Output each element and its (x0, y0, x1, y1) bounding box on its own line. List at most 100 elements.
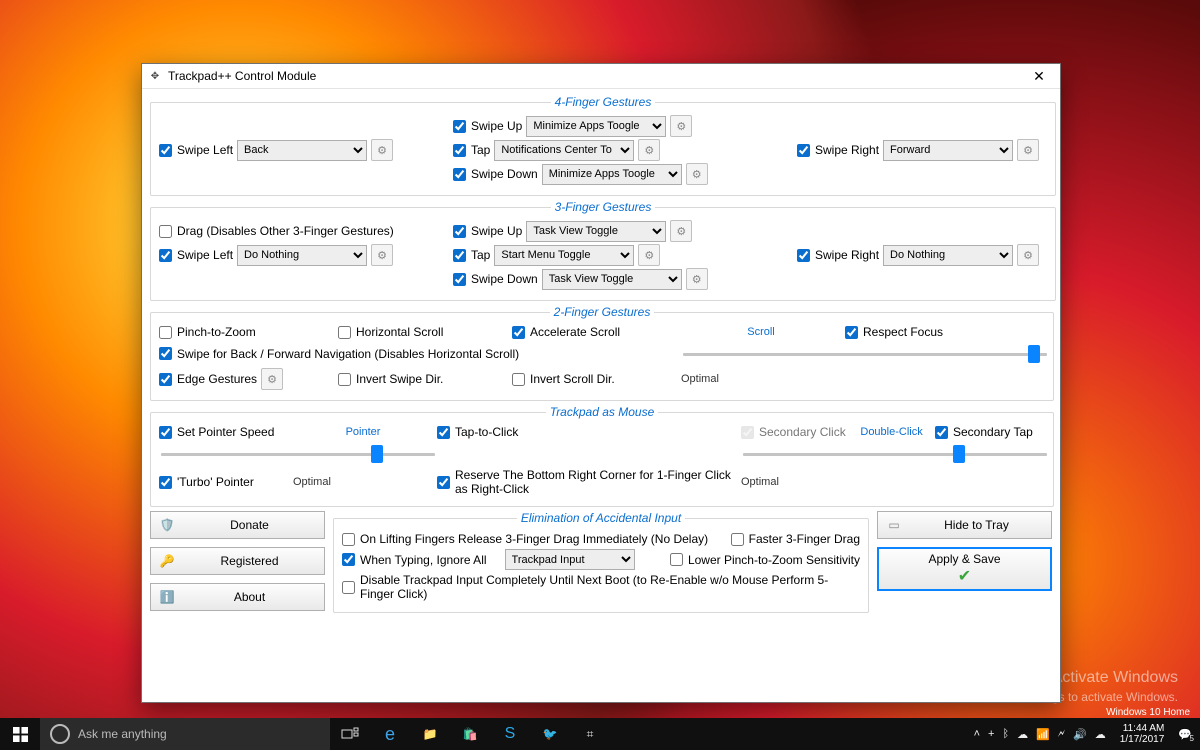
sel-3f-swipe-up[interactable]: Task View Toggle (526, 221, 666, 242)
titlebar[interactable]: ✥ Trackpad++ Control Module ✕ (142, 64, 1060, 89)
chk-lower-pinch[interactable]: Lower Pinch-to-Zoom Sensitivity (670, 553, 860, 567)
chk-tap-to-click[interactable]: Tap-to-Click (437, 425, 737, 439)
tray-cloud-icon[interactable]: ☁ (1095, 728, 1106, 741)
sel-4f-swipe-right[interactable]: Forward (883, 140, 1013, 161)
sel-4f-swipe-up[interactable]: Minimize Apps Toogle (526, 116, 666, 137)
taskbar-app-store[interactable]: 🛍️ (450, 718, 490, 750)
about-button[interactable]: ℹ️About (150, 583, 325, 611)
chk-edge-gestures[interactable]: Edge Gestures (159, 372, 257, 386)
gear-icon[interactable]: ⚙ (686, 163, 708, 185)
chk-invert-swipe[interactable]: Invert Swipe Dir. (338, 372, 508, 386)
legend-2-finger: 2-Finger Gestures (550, 305, 655, 319)
tray-bluetooth-icon[interactable]: ᛒ (1002, 728, 1009, 740)
chk-accelerate-scroll[interactable]: Accelerate Scroll (512, 325, 677, 339)
start-button[interactable] (0, 718, 40, 750)
chk-3f-tap[interactable]: Tap (453, 248, 490, 262)
chk-secondary-click[interactable]: Secondary Click (741, 425, 846, 439)
legend-4-finger: 4-Finger Gestures (551, 95, 656, 109)
gear-icon[interactable]: ⚙ (371, 139, 393, 161)
group-4-finger: 4-Finger Gestures Swipe Up Minimize Apps… (150, 95, 1056, 196)
apply-save-button[interactable]: Apply & Save ✔ (877, 547, 1052, 591)
taskbar-app-skype[interactable]: S (490, 718, 530, 750)
tray-volume-icon[interactable]: 🔊 (1073, 728, 1087, 741)
sel-3f-swipe-right[interactable]: Do Nothing (883, 245, 1013, 266)
cortana-icon (50, 724, 70, 744)
group-elimination: Elimination of Accidental Input On Lifti… (333, 511, 869, 613)
tray-overflow-icon[interactable]: ˄ (974, 728, 980, 740)
window-title: Trackpad++ Control Module (168, 69, 1024, 83)
taskbar-app-slack[interactable]: ⌗ (570, 718, 610, 750)
legend-3-finger: 3-Finger Gestures (551, 200, 656, 214)
chk-4f-tap[interactable]: Tap (453, 143, 490, 157)
sel-when-typing[interactable]: Trackpad Input (505, 549, 635, 570)
shield-icon: 🛡️ (159, 518, 175, 532)
scroll-label: Scroll (681, 326, 841, 338)
gear-icon[interactable]: ⚙ (1017, 139, 1039, 161)
hide-to-tray-button[interactable]: ▭Hide to Tray (877, 511, 1052, 539)
windows-edition-label: Windows 10 Home (1106, 707, 1190, 718)
sel-3f-swipe-down[interactable]: Task View Toggle (542, 269, 682, 290)
sel-4f-swipe-left[interactable]: Back (237, 140, 367, 161)
chk-4f-swipe-left[interactable]: Swipe Left (159, 143, 233, 157)
chk-faster-drag[interactable]: Faster 3-Finger Drag (731, 532, 860, 546)
gear-icon[interactable]: ⚙ (670, 220, 692, 242)
legend-elimination: Elimination of Accidental Input (517, 511, 685, 525)
legend-trackpad-mouse: Trackpad as Mouse (546, 405, 659, 419)
chk-horizontal-scroll[interactable]: Horizontal Scroll (338, 325, 508, 339)
group-3-finger: 3-Finger Gestures Drag (Disables Other 3… (150, 200, 1056, 301)
taskbar-app-twitter[interactable]: 🐦 (530, 718, 570, 750)
tray-battery-icon[interactable]: 🗲 (1058, 728, 1065, 741)
registered-button[interactable]: 🔑Registered (150, 547, 325, 575)
chk-disable-until-boot[interactable]: Disable Trackpad Input Completely Until … (342, 573, 860, 601)
dblclick-optimal-label: Optimal (741, 476, 931, 488)
tray-onedrive-icon[interactable]: ☁ (1017, 728, 1028, 741)
close-button[interactable]: ✕ (1024, 68, 1054, 85)
double-click-label: Double-Click (860, 426, 922, 438)
chk-3f-swipe-left[interactable]: Swipe Left (159, 248, 233, 262)
taskbar-app-edge[interactable]: e (370, 718, 410, 750)
tray-add-icon[interactable]: + (988, 728, 994, 740)
chk-pinch-zoom[interactable]: Pinch-to-Zoom (159, 325, 334, 339)
sel-4f-swipe-down[interactable]: Minimize Apps Toogle (542, 164, 682, 185)
chk-4f-swipe-right[interactable]: Swipe Right (797, 143, 879, 157)
slider-pointer[interactable] (161, 445, 435, 463)
chk-3f-swipe-right[interactable]: Swipe Right (797, 248, 879, 262)
taskbar-clock[interactable]: 11:44 AM 1/17/2017 (1114, 723, 1171, 745)
scroll-optimal-label: Optimal (681, 373, 841, 385)
chk-respect-focus[interactable]: Respect Focus (845, 325, 1045, 339)
action-center-icon[interactable]: 💬5 (1178, 728, 1192, 741)
cortana-search[interactable]: Ask me anything (40, 718, 330, 750)
task-view-button[interactable] (330, 718, 370, 750)
pointer-optimal-label: Optimal (293, 476, 433, 488)
sel-3f-swipe-left[interactable]: Do Nothing (237, 245, 367, 266)
chk-3f-swipe-up[interactable]: Swipe Up (453, 224, 522, 238)
chk-3f-swipe-down[interactable]: Swipe Down (453, 272, 538, 286)
chk-swipe-nav[interactable]: Swipe for Back / Forward Navigation (Dis… (159, 347, 677, 361)
tray-wifi-icon[interactable]: 📶 (1036, 728, 1050, 741)
slider-double-click[interactable] (743, 445, 1047, 463)
slider-scroll[interactable] (683, 345, 1047, 363)
chk-release-drag[interactable]: On Lifting Fingers Release 3-Finger Drag… (342, 532, 708, 546)
chk-3f-drag[interactable]: Drag (Disables Other 3-Finger Gestures) (159, 224, 394, 238)
chk-4f-swipe-down[interactable]: Swipe Down (453, 167, 538, 181)
chk-invert-scroll[interactable]: Invert Scroll Dir. (512, 372, 677, 386)
chk-4f-swipe-up[interactable]: Swipe Up (453, 119, 522, 133)
gear-icon[interactable]: ⚙ (638, 139, 660, 161)
donate-button[interactable]: 🛡️Donate (150, 511, 325, 539)
gear-icon[interactable]: ⚙ (670, 115, 692, 137)
chk-when-typing[interactable]: When Typing, Ignore All (342, 553, 487, 567)
sel-3f-tap[interactable]: Start Menu Toggle (494, 245, 634, 266)
gear-icon[interactable]: ⚙ (1017, 244, 1039, 266)
system-tray[interactable]: ˄ + ᛒ ☁ 📶 🗲 🔊 ☁ 11:44 AM 1/17/2017 💬5 (966, 723, 1200, 745)
gear-icon[interactable]: ⚙ (261, 368, 283, 390)
sel-4f-tap[interactable]: Notifications Center To (494, 140, 634, 161)
chk-turbo-pointer[interactable]: 'Turbo' Pointer (159, 475, 289, 489)
gear-icon[interactable]: ⚙ (686, 268, 708, 290)
chk-secondary-tap[interactable]: Secondary Tap (935, 425, 1045, 439)
gear-icon[interactable]: ⚙ (371, 244, 393, 266)
taskbar[interactable]: Ask me anything e 📁 🛍️ S 🐦 ⌗ ˄ + ᛒ ☁ 📶 🗲… (0, 718, 1200, 750)
chk-set-pointer-speed[interactable]: Set Pointer Speed (159, 425, 289, 439)
taskbar-app-explorer[interactable]: 📁 (410, 718, 450, 750)
gear-icon[interactable]: ⚙ (638, 244, 660, 266)
chk-reserve-corner[interactable]: Reserve The Bottom Right Corner for 1-Fi… (437, 468, 737, 496)
